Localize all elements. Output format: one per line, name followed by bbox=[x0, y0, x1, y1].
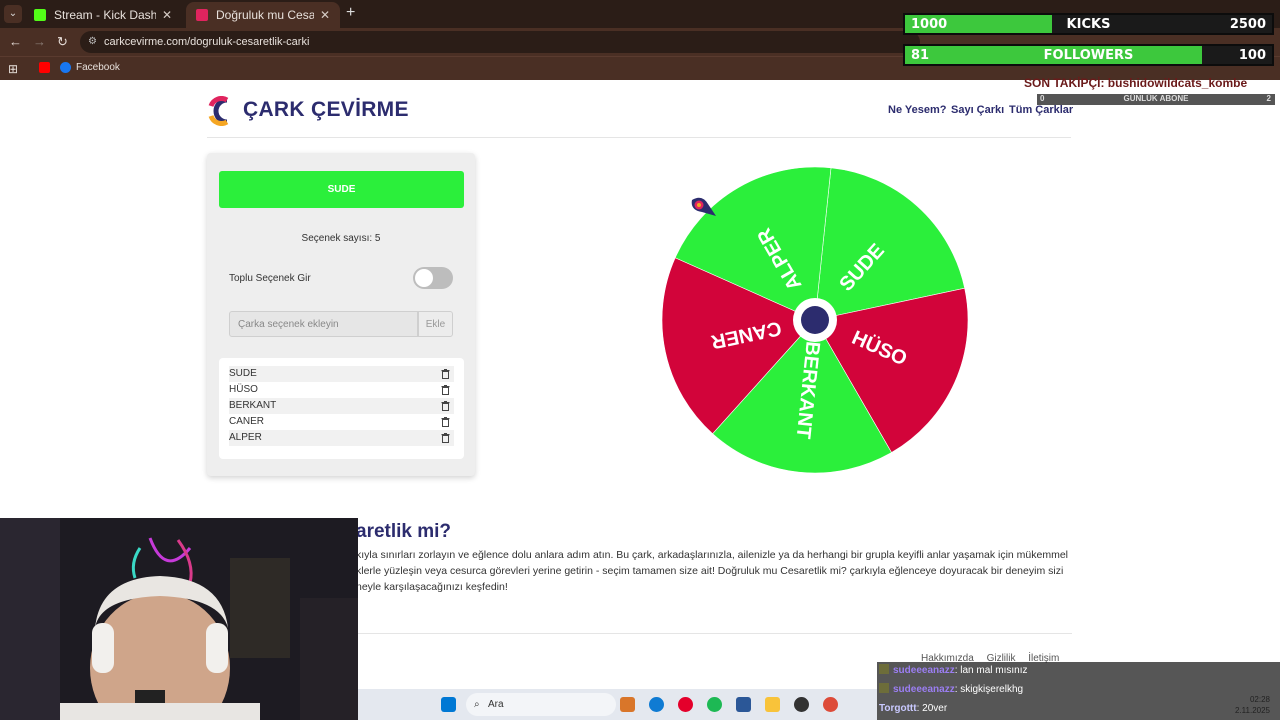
copilot-icon[interactable] bbox=[620, 697, 635, 712]
close-icon[interactable]: ✕ bbox=[320, 8, 330, 22]
result-display: SUDE bbox=[219, 171, 464, 208]
chat-text: : lan mal mısınız bbox=[954, 665, 1028, 676]
list-item: HÜSO bbox=[229, 382, 454, 398]
option-label: HÜSO bbox=[229, 384, 258, 395]
add-option-button[interactable]: Ekle bbox=[418, 311, 453, 337]
site-logo-text[interactable]: ÇARK ÇEVİRME bbox=[243, 98, 409, 122]
chat-badge-icon bbox=[879, 664, 889, 674]
spotify-icon[interactable] bbox=[707, 697, 722, 712]
daily-subs-right: 2 bbox=[1266, 94, 1271, 103]
article-line: klerle yüzleşin veya cesurca görevleri y… bbox=[356, 565, 1064, 577]
taskbar-search-label: Ara bbox=[488, 699, 504, 710]
header-divider bbox=[207, 137, 1071, 138]
list-item: SUDE bbox=[229, 366, 454, 382]
clock-time: 02:28 bbox=[1249, 695, 1270, 704]
chrome-icon[interactable] bbox=[823, 697, 838, 712]
chat-text: : 20ver bbox=[916, 703, 948, 714]
close-icon[interactable]: ✕ bbox=[162, 8, 172, 22]
list-item: ALPER bbox=[229, 430, 454, 446]
kicks-label: KICKS bbox=[1066, 17, 1111, 32]
store-icon[interactable] bbox=[736, 697, 751, 712]
forward-icon[interactable]: → bbox=[33, 34, 46, 49]
facebook-icon bbox=[60, 62, 71, 73]
nav-tum-carklar[interactable]: Tüm Çarklar bbox=[1009, 104, 1073, 116]
webcam-feed bbox=[0, 518, 358, 720]
option-label: ALPER bbox=[229, 432, 262, 443]
cark-logo-icon bbox=[196, 9, 208, 21]
trash-icon[interactable] bbox=[441, 401, 450, 411]
nav-sayi-carki[interactable]: Sayı Çarkı bbox=[951, 104, 1004, 116]
option-count: Seçenek sayısı: 5 bbox=[301, 233, 381, 244]
new-tab-button[interactable]: + bbox=[346, 5, 355, 21]
list-item: CANER bbox=[229, 414, 454, 430]
chat-badge-icon bbox=[879, 683, 889, 693]
chat-message: Torgottt: 20ver bbox=[879, 701, 947, 717]
edge-icon[interactable] bbox=[649, 697, 664, 712]
app-icon[interactable] bbox=[678, 697, 693, 712]
windows-taskbar: ⌕ Ara bbox=[358, 689, 877, 720]
option-label: BERKANT bbox=[229, 400, 277, 411]
bookmark-label: Facebook bbox=[76, 62, 120, 73]
taskbar-search[interactable]: ⌕ Ara bbox=[466, 693, 616, 716]
chat-username: Torgottt bbox=[879, 703, 917, 714]
article-line: neyle karşılaşacağınızı keşfedin! bbox=[356, 581, 508, 593]
wheel-pointer-icon bbox=[691, 197, 716, 216]
followers-goal-bar: 81 FOLLOWERS 100 bbox=[903, 44, 1274, 66]
clock-date: 2.11.2025 bbox=[1235, 706, 1270, 715]
article-line: kıyla sınırları zorlayın ve eğlence dolu… bbox=[356, 549, 1069, 561]
spin-button[interactable] bbox=[801, 306, 829, 334]
trash-icon[interactable] bbox=[441, 385, 450, 395]
start-icon[interactable] bbox=[441, 697, 456, 712]
back-icon[interactable]: ← bbox=[9, 34, 22, 49]
youtube-icon bbox=[39, 62, 50, 73]
search-icon: ⌕ bbox=[474, 699, 480, 710]
trash-icon[interactable] bbox=[441, 417, 450, 427]
last-follower-label: SON TAKİPÇİ: bushidowildcats_kombe bbox=[1024, 76, 1248, 90]
site-info-icon[interactable]: ⚙ bbox=[88, 31, 97, 53]
bulk-input-label: Toplu Seçenek Gir bbox=[229, 273, 311, 284]
trash-icon[interactable] bbox=[441, 433, 450, 443]
apps-grid-icon[interactable]: ⊞ bbox=[8, 62, 18, 76]
wheel-control-panel: SUDE Seçenek sayısı: 5 Toplu Seçenek Gir… bbox=[207, 153, 475, 476]
option-label: CANER bbox=[229, 416, 265, 427]
article-title: aretlik mi? bbox=[356, 521, 452, 542]
reload-icon[interactable]: ↻ bbox=[57, 34, 68, 50]
toggle-knob bbox=[415, 269, 433, 287]
daily-subs-label: GÜNLÜK ABONE bbox=[1123, 94, 1189, 103]
chat-message: sudeeeanazz: skigkişerelkhg bbox=[879, 682, 1023, 698]
url-text: carkcevirme.com/dogruluk-cesaretlik-cark… bbox=[104, 36, 310, 48]
option-list: SUDE HÜSO BERKANT CANER ALPER bbox=[219, 358, 464, 459]
bookmark-youtube[interactable] bbox=[39, 62, 55, 73]
bookmark-facebook[interactable]: Facebook bbox=[60, 62, 120, 73]
followers-label: FOLLOWERS bbox=[1043, 48, 1134, 63]
footer-divider bbox=[356, 633, 1072, 634]
list-item: BERKANT bbox=[229, 398, 454, 414]
folder-icon[interactable] bbox=[765, 697, 780, 712]
option-label: SUDE bbox=[229, 368, 257, 379]
stream-chat-overlay: sudeeeanazz: lan mal mısınız sudeeeanazz… bbox=[877, 662, 1280, 720]
tab-title: Stream - Kick Dashboard bbox=[54, 8, 156, 22]
tab-search-button[interactable]: ⌄ bbox=[4, 5, 22, 23]
tab-cark-cevirme[interactable]: Doğruluk mu Cesaretlik mi? - Ç ✕ bbox=[186, 2, 340, 28]
kicks-goal-bar: 1000 KICKS 2500 bbox=[903, 13, 1274, 35]
chat-username: sudeeeanazz bbox=[893, 665, 955, 676]
tab-kick-dashboard[interactable]: Stream - Kick Dashboard ✕ bbox=[24, 2, 182, 28]
add-option-input[interactable] bbox=[229, 311, 418, 337]
url-field[interactable]: ⚙ carkcevirme.com/dogruluk-cesaretlik-ca… bbox=[80, 31, 920, 53]
chat-message: sudeeeanazz: lan mal mısınız bbox=[879, 663, 1028, 679]
tab-title: Doğruluk mu Cesaretlik mi? - Ç bbox=[216, 8, 314, 22]
followers-goal: 100 bbox=[1238, 48, 1266, 63]
nav-ne-yesem[interactable]: Ne Yesem? bbox=[888, 104, 947, 116]
chat-username: sudeeeanazz bbox=[893, 684, 955, 695]
chat-text: : skigkişerelkhg bbox=[954, 684, 1024, 695]
bulk-input-toggle[interactable] bbox=[413, 267, 453, 289]
article-body: kıyla sınırları zorlayın ve eğlence dolu… bbox=[356, 547, 1068, 595]
trash-icon[interactable] bbox=[441, 369, 450, 379]
kicks-goal: 2500 bbox=[1229, 17, 1266, 32]
clock[interactable]: 02:28 2.11.2025 bbox=[1232, 694, 1270, 716]
kick-icon bbox=[34, 9, 46, 21]
obs-icon[interactable] bbox=[794, 697, 809, 712]
site-logo-icon[interactable] bbox=[207, 96, 233, 126]
